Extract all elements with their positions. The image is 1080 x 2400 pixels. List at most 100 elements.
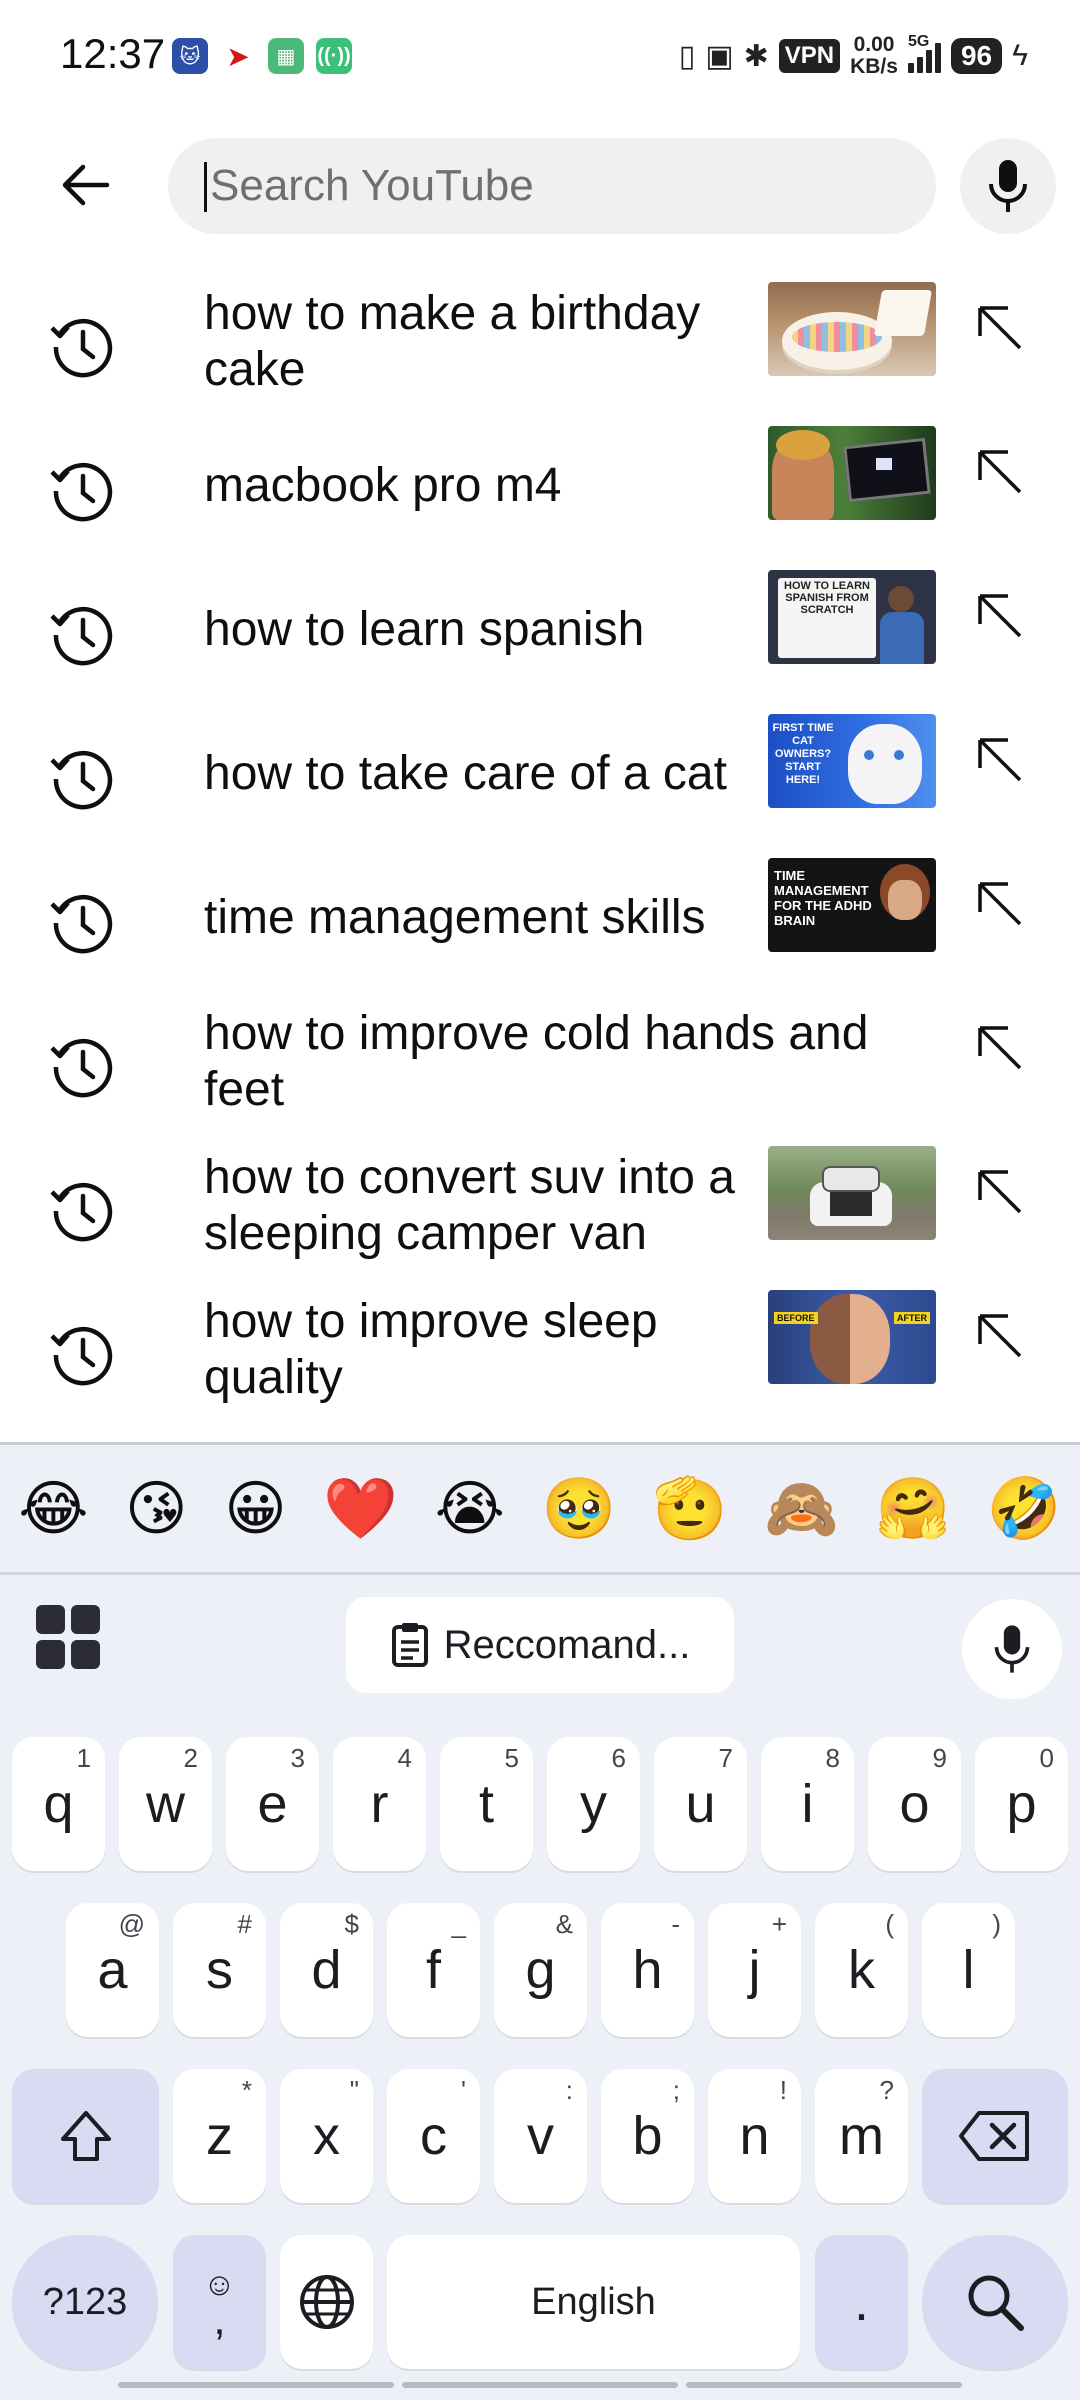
suggestion-item[interactable]: how to convert suv into a sleeping campe… [0,1134,1080,1278]
clipboard-chip[interactable]: Reccomand... [346,1597,734,1693]
emoji-key[interactable]: 🤗 [876,1473,951,1544]
suggestion-item[interactable]: macbook pro m4 [0,414,1080,558]
emoji-key[interactable]: ❤️ [323,1473,398,1544]
key-f[interactable]: f _ [387,1903,480,2037]
clipboard-chip-label: Reccomand... [443,1622,691,1667]
shift-key[interactable] [12,2069,159,2203]
suggestion-thumbnail-suv [768,1146,936,1240]
suggestion-item[interactable]: how to improve cold hands and feet [0,990,1080,1134]
soft-keyboard: 😂 😘 😀 ❤️ 😭 🥹 🫡 🙈 🤗 🤣 Reccomand... q1 w2 … [0,1442,1080,2400]
key-u[interactable]: u7 [654,1737,747,1871]
suggestion-text: macbook pro m4 [204,459,562,512]
key-q[interactable]: q1 [12,1737,105,1871]
fill-query-arrow-icon[interactable] [970,1018,1030,1078]
bluetooth-icon: ✱ [743,39,769,73]
fill-query-arrow-icon[interactable] [970,1162,1030,1222]
history-icon [50,463,113,522]
key-x[interactable]: x " [280,2069,373,2203]
key-v[interactable]: v: [494,2069,587,2203]
gesture-navigation-bar[interactable] [118,2382,962,2388]
fill-query-arrow-icon[interactable] [970,730,1030,790]
key-r[interactable]: r4 [333,1737,426,1871]
search-action-key[interactable] [922,2235,1068,2369]
emoji-key[interactable]: 🥹 [542,1473,617,1544]
net-speed: 0.00 KB/s [850,34,898,78]
fill-query-arrow-icon[interactable] [970,1306,1030,1366]
back-button[interactable] [40,150,130,220]
suggestion-text: time management skills [204,891,706,944]
key-l[interactable]: l) [922,1903,1015,2037]
keyboard-voice-button[interactable] [962,1599,1062,1699]
keyboard-toolbar: Reccomand... [0,1575,1080,1709]
signal-icon: 5G [907,33,941,73]
red-arrow-app-icon: ➤ [220,38,256,74]
key-t[interactable]: t5 [440,1737,533,1871]
notification-icons: 🐱 ➤ ▦ ((·)) [172,38,352,74]
shift-icon [60,2111,111,2161]
key-a[interactable]: a @ [66,1903,159,2037]
symbols-key[interactable]: ?123 [12,2235,158,2369]
suggestion-item[interactable]: how to take care of a cat FIRST TIME CAT… [0,702,1080,846]
key-e[interactable]: e3 [226,1737,319,1871]
contact-icon: ▣ [705,39,734,73]
status-indicators: ▯ ▣ ✱ VPN 0.00 KB/s 5G 96 ϟ [679,32,1028,80]
vpn-badge: VPN [778,39,841,73]
emoji-comma-key[interactable]: ☺ , [173,2235,266,2369]
suggestion-thumbnail-cake [768,282,936,376]
key-g[interactable]: g & [494,1903,587,2037]
key-c[interactable]: c ' [387,2069,480,2203]
emoji-key[interactable]: 😂 [18,1474,88,1544]
voice-search-button[interactable] [960,138,1056,234]
before-label: BEFORE [774,1312,818,1324]
search-icon [968,2275,1024,2331]
key-p[interactable]: p0 [975,1737,1068,1871]
suggestion-text: how to learn spanish [204,603,645,656]
emoji-key[interactable]: 😭 [435,1474,505,1544]
key-z[interactable]: z * [173,2069,266,2203]
key-d[interactable]: d $ [280,1903,373,2037]
net-speed-unit: KB/s [850,55,898,78]
history-icon [50,751,113,810]
backspace-key[interactable] [922,2069,1068,2203]
key-i[interactable]: i8 [761,1737,854,1871]
fill-query-arrow-icon[interactable] [970,298,1030,358]
fill-query-arrow-icon[interactable] [970,874,1030,934]
suggestion-text: how to improve cold hands and feet [204,1007,869,1116]
language-key[interactable] [280,2235,373,2369]
key-o[interactable]: o9 [868,1737,961,1871]
clipboard-icon [391,1623,428,1667]
emoji-key[interactable]: 🫡 [653,1473,728,1544]
apps-grid-icon[interactable] [36,1605,100,1669]
fill-query-arrow-icon[interactable] [970,442,1030,502]
battery-level: 96 [950,38,1003,74]
status-time: 12:37 [60,30,166,77]
history-icon [50,607,113,666]
suggestion-thumbnail-sleep: BEFORE AFTER [768,1290,936,1384]
key-k[interactable]: k( [815,1903,908,2037]
fill-query-arrow-icon[interactable] [970,586,1030,646]
suggestion-item[interactable]: time management skills TIME MANAGEMENT F… [0,846,1080,990]
emoji-key[interactable]: 🙈 [764,1473,839,1544]
suggestion-thumbnail-adhd: TIME MANAGEMENT FOR THE ADHD BRAIN [768,858,936,952]
space-key[interactable]: English [387,2235,800,2369]
search-box[interactable] [168,138,936,234]
key-s[interactable]: s # [173,1903,266,2037]
suggestion-item[interactable]: how to improve sleep quality BEFORE AFTE… [0,1278,1080,1422]
search-input[interactable] [204,138,904,234]
suggestion-item[interactable]: how to make a birthday cake [0,270,1080,414]
key-b[interactable]: b; [601,2069,694,2203]
key-n[interactable]: n! [708,2069,801,2203]
suggestion-thumbnail-cat: FIRST TIME CAT OWNERS? START HERE! [768,714,936,808]
suggestion-item[interactable]: how to learn spanish HOW TO LEARN SPANIS… [0,558,1080,702]
key-j[interactable]: j + [708,1903,801,2037]
period-key[interactable]: . [815,2235,908,2369]
key-m[interactable]: m? [815,2069,908,2203]
emoji-key[interactable]: 🤣 [987,1473,1062,1544]
key-h[interactable]: h- [601,1903,694,2037]
history-icon [50,895,113,954]
emoji-key[interactable]: 😀 [224,1474,287,1544]
emoji-key[interactable]: 😘 [125,1474,188,1544]
vibrate-icon: ▯ [678,39,696,73]
key-y[interactable]: y6 [547,1737,640,1871]
key-w[interactable]: w2 [119,1737,212,1871]
